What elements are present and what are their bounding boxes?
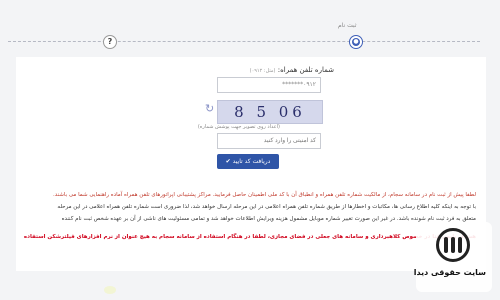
watermark-text: سایت حقوقی دیدا: [413, 268, 486, 277]
refresh-captcha-icon[interactable]: ↻: [205, 103, 216, 114]
user-icon: ●: [352, 38, 360, 46]
step-2-indicator: ?: [103, 35, 117, 49]
phone-label: شماره تلفن همراه: (مثل: ۰۹۱۲): [249, 66, 334, 74]
rule-item: متعلق به فرد ثبت نام شونده باشد. در غیر …: [61, 216, 476, 222]
site-watermark-logo: سایت حقوقی دیدا: [413, 222, 492, 292]
progress-stepper: ثبت نام ● ?: [0, 0, 500, 55]
check-icon: ✔: [225, 158, 231, 165]
step-1-indicator: ●: [349, 35, 363, 49]
phone-input[interactable]: ۰۹۱۲*******: [217, 77, 321, 93]
logo-icon: [436, 228, 470, 262]
rule-item: لطفا پیش از ثبت نام در سامانه سجام، از م…: [52, 192, 476, 198]
decorative-blob: [104, 286, 116, 294]
rules-list: لطفا پیش از ثبت نام در سامانه سجام، از م…: [24, 189, 476, 243]
rule-item: با توجه به اینکه کلیه اطلاع رسانی ها، مک…: [57, 204, 476, 210]
captcha-hint: (اعداد روی تصویر جهت پوشش شماره): [197, 124, 280, 130]
stepper-line: [8, 41, 480, 42]
captcha-code-input[interactable]: [217, 133, 321, 149]
captcha-image: 8 5 06 20: [217, 100, 323, 124]
step-1-label: ثبت نام: [338, 22, 357, 29]
rule-item: هشدار پلیس فتا در خصوص کلاهبرداری و ساما…: [24, 234, 476, 240]
get-verification-code-button[interactable]: ✔ دریافت کد تایید: [217, 154, 279, 169]
phone-value: ۰۹۱۲*******: [282, 81, 316, 88]
